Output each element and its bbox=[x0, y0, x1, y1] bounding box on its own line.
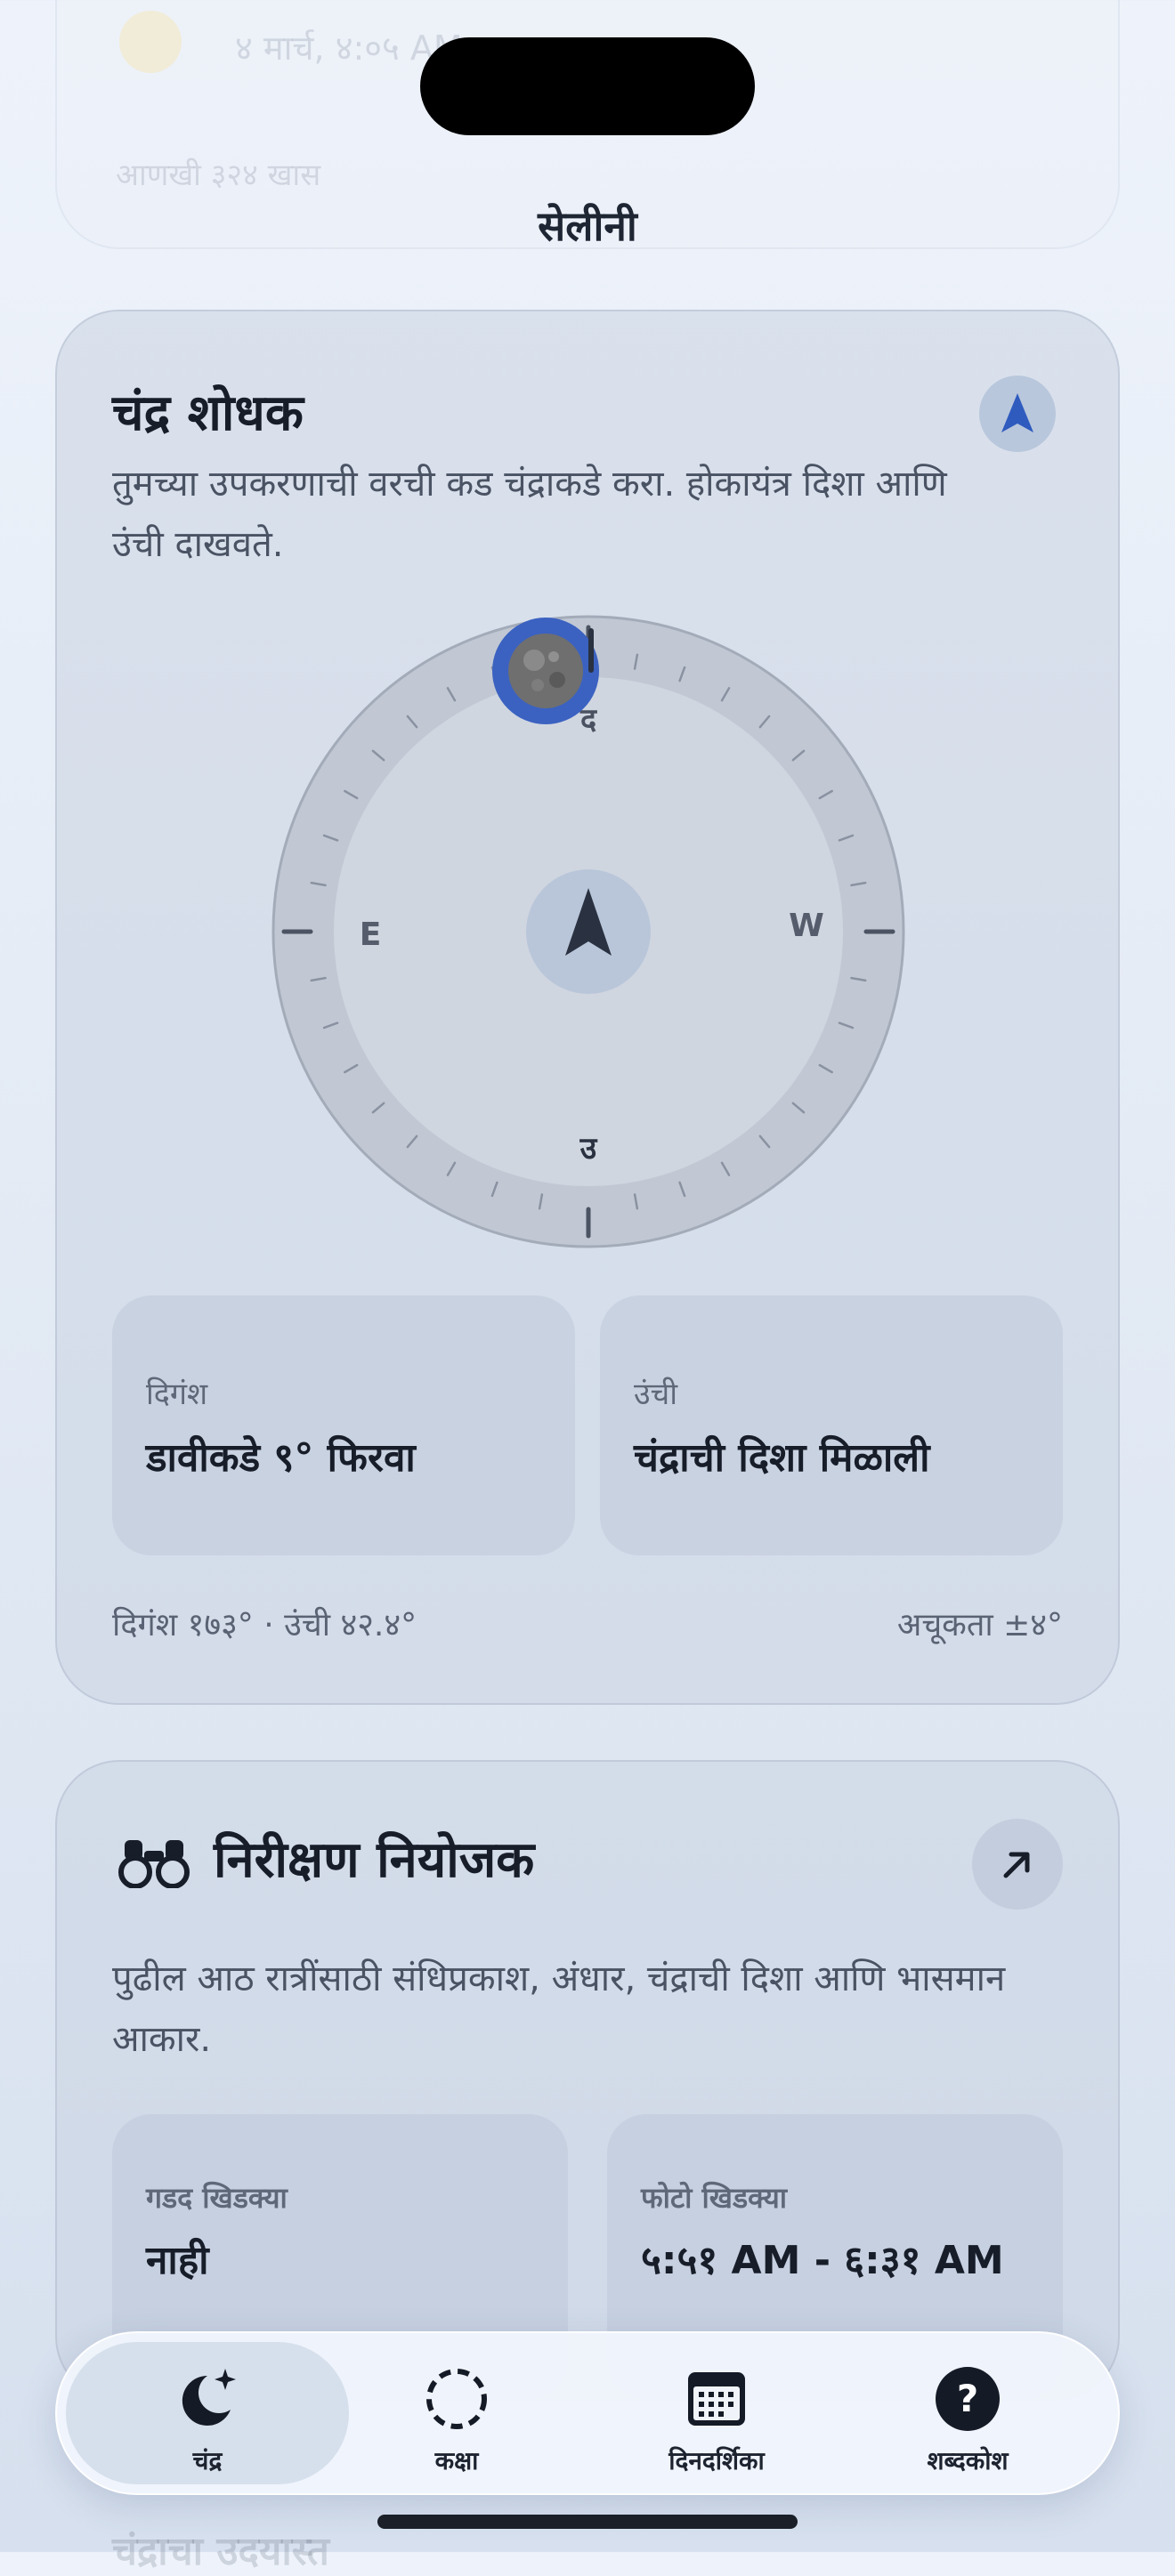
moon-bearing-tick bbox=[588, 628, 594, 673]
open-planner-button[interactable] bbox=[972, 1819, 1063, 1910]
planner-description: पुढील आठ रात्रींसाठी संधिप्रकाश, अंधार, … bbox=[112, 1958, 1006, 2060]
tab-moon-label: चंद्र bbox=[192, 2446, 223, 2475]
location-arrow-icon bbox=[1001, 393, 1033, 432]
page-title: सेलीनी bbox=[538, 202, 637, 250]
previous-card-caption: आणखी ३२४ खास bbox=[116, 157, 321, 193]
dark-window-label: गडद खिडक्या bbox=[146, 2181, 288, 2215]
altitude-value: चंद्राची दिशा मिळाली bbox=[634, 1435, 930, 1481]
sun-icon bbox=[119, 11, 182, 73]
moon-finder-title: चंद्र शोधक bbox=[112, 384, 304, 442]
question-icon: ? bbox=[932, 2363, 1003, 2435]
next-card-title: चंद्राचा उदयास्त bbox=[112, 2529, 329, 2574]
altitude-label: उंची bbox=[634, 1377, 678, 1412]
dynamic-island bbox=[420, 37, 755, 135]
home-indicator bbox=[377, 2515, 798, 2529]
tab-glossary[interactable]: ? शब्दकोश bbox=[826, 2342, 1109, 2484]
tab-bar: चंद्र कक्षा दिनदर्शिका ? शब्दकोश bbox=[55, 2331, 1120, 2495]
binoculars-icon bbox=[118, 1840, 190, 1888]
photo-window-label: फोटो खिडक्या bbox=[641, 2181, 788, 2215]
moon-marker bbox=[492, 618, 599, 724]
planner-title: निरीक्षण नियोजक bbox=[214, 1831, 535, 1889]
tab-calendar-label: दिनदर्शिका bbox=[669, 2446, 765, 2475]
azimuth-label: दिगंश bbox=[146, 1377, 208, 1412]
compass-label-west: W bbox=[789, 908, 824, 944]
compass-dial: द उ E W bbox=[271, 614, 906, 1249]
arrow-up-right-icon bbox=[1003, 1852, 1030, 1878]
tab-moon[interactable]: चंद्र bbox=[66, 2342, 349, 2484]
tab-glossary-label: शब्दकोश bbox=[927, 2446, 1009, 2475]
tab-orbit[interactable]: कक्षा bbox=[315, 2342, 598, 2484]
svg-text:?: ? bbox=[957, 2377, 978, 2420]
dark-window-value: नाही bbox=[146, 2238, 209, 2283]
moon-finder-description: तुमच्या उपकरणाची वरची कड चंद्राकडे करा. … bbox=[112, 464, 947, 565]
azimuth-tile: दिगंश डावीकडे ९° फिरवा bbox=[112, 1296, 575, 1555]
accuracy-readout: अचूकता ±४° bbox=[896, 1607, 1063, 1643]
compass-label-east: E bbox=[360, 917, 382, 953]
compass-label-bottom: उ bbox=[579, 1131, 598, 1167]
tab-orbit-label: कक्षा bbox=[434, 2446, 479, 2475]
calendar-icon bbox=[681, 2363, 752, 2435]
altitude-tile: उंची चंद्राची दिशा मिळाली bbox=[600, 1296, 1063, 1555]
tab-calendar[interactable]: दिनदर्शिका bbox=[575, 2342, 858, 2484]
dashed-circle-icon bbox=[421, 2363, 492, 2435]
azimuth-value: डावीकडे ९° फिरवा bbox=[146, 1435, 416, 1481]
moon-stars-icon bbox=[172, 2363, 243, 2435]
moon-finder-card: चंद्र शोधक तुमच्या उपकरणाची वरची कड चंद्… bbox=[55, 310, 1120, 1705]
observation-planner-card[interactable]: निरीक्षण नियोजक पुढील आठ रात्रींसाठी संध… bbox=[55, 1760, 1120, 2401]
photo-window-value: ५:५१ AM - ६:३१ AM bbox=[641, 2238, 1004, 2283]
azimuth-altitude-readout: दिगंश १७३° · उंची ४२.४° bbox=[112, 1607, 417, 1643]
location-button[interactable] bbox=[979, 375, 1056, 452]
